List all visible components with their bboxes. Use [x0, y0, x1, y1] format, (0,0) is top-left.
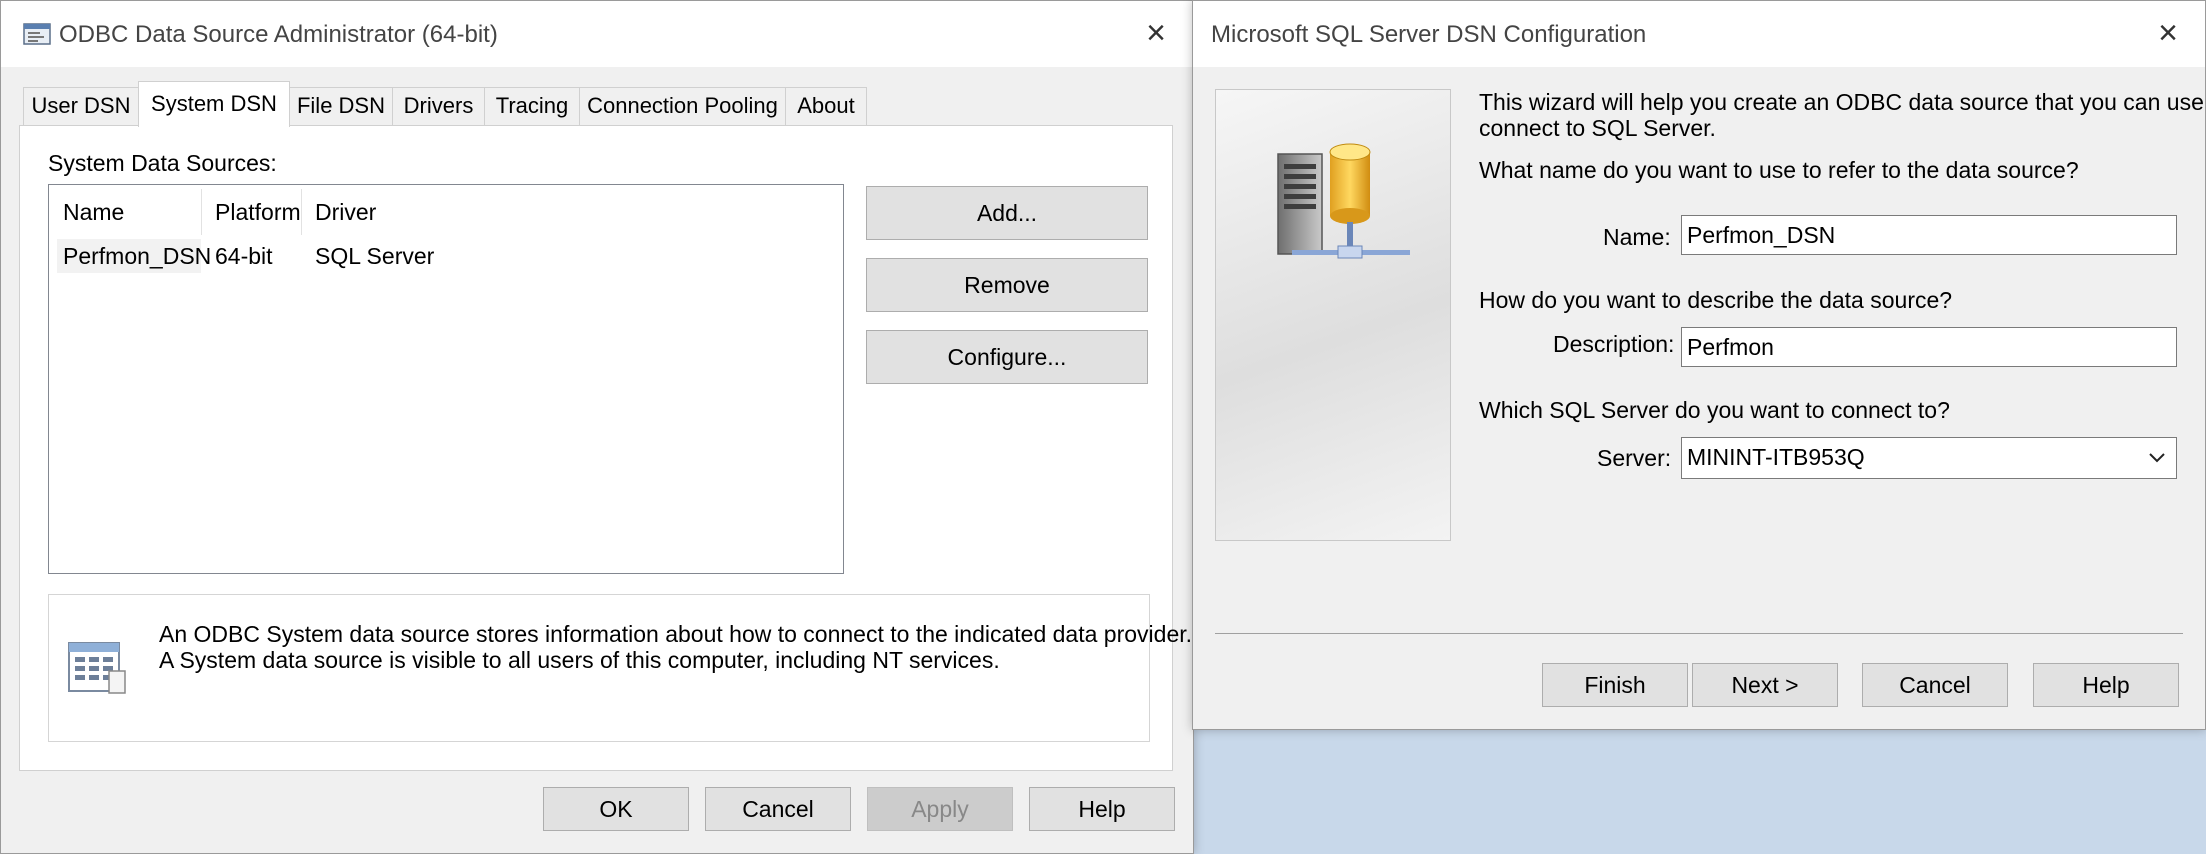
- header-divider: [201, 189, 202, 235]
- server-select[interactable]: MININT-ITB953Q: [1681, 437, 2177, 479]
- sql-dsn-config-window: Microsoft SQL Server DSN Configuration ×: [1192, 0, 2206, 730]
- tab-tracing[interactable]: Tracing: [484, 87, 580, 125]
- data-source-info-icon: [65, 635, 129, 699]
- next-button[interactable]: Next >: [1692, 663, 1838, 707]
- name-question: What name do you want to use to refer to…: [1479, 157, 2079, 183]
- row-name: Perfmon_DSN: [63, 243, 212, 269]
- close-icon[interactable]: ×: [2148, 13, 2188, 53]
- cancel-button-label: Cancel: [742, 796, 814, 822]
- ok-button[interactable]: OK: [543, 787, 689, 831]
- info-box: An ODBC System data source stores inform…: [48, 594, 1192, 742]
- tab-file-dsn[interactable]: File DSN: [289, 87, 393, 125]
- help-button-label: Help: [2082, 672, 2130, 698]
- wizard-graphic-panel: [1215, 89, 1451, 541]
- finish-button[interactable]: Finish: [1542, 663, 1688, 707]
- odbc-app-icon: [23, 21, 53, 47]
- column-header-platform[interactable]: Platform: [215, 199, 301, 226]
- intro-text-line2: connect to SQL Server.: [1479, 115, 1716, 141]
- divider: [1215, 633, 2183, 634]
- apply-button[interactable]: Apply: [867, 787, 1013, 831]
- next-button-label: Next >: [1731, 672, 1799, 698]
- info-text-line2: A System data source is visible to all u…: [159, 647, 1000, 673]
- help-button[interactable]: Help: [2033, 663, 2179, 707]
- tab-label: System DSN: [151, 91, 277, 116]
- name-field[interactable]: Perfmon_DSN: [1681, 215, 2177, 255]
- tab-label: About: [797, 93, 855, 118]
- odbc-title-bar[interactable]: ODBC Data Source Administrator (64-bit) …: [1, 1, 1193, 67]
- odbc-window-title: ODBC Data Source Administrator (64-bit): [59, 21, 498, 48]
- column-header-driver[interactable]: Driver: [315, 199, 376, 226]
- configure-button-label: Configure...: [947, 344, 1067, 370]
- header-divider: [301, 189, 302, 235]
- add-button-label: Add...: [976, 200, 1038, 226]
- tab-label: Connection Pooling: [587, 93, 778, 118]
- help-button-label: Help: [1078, 796, 1126, 822]
- table-row[interactable]: Perfmon_DSN 64-bit SQL Server: [49, 237, 839, 273]
- tab-label: Drivers: [403, 93, 474, 118]
- server-select-value: MININT-ITB953Q: [1687, 444, 1865, 470]
- finish-button-label: Finish: [1584, 672, 1646, 698]
- tab-about[interactable]: About: [785, 87, 867, 125]
- database-server-icon: [1272, 140, 1412, 270]
- dsn-title-bar[interactable]: Microsoft SQL Server DSN Configuration ×: [1193, 1, 2205, 67]
- row-driver: SQL Server: [315, 243, 435, 269]
- tab-label: Tracing: [495, 93, 569, 118]
- tab-drivers[interactable]: Drivers: [392, 87, 485, 125]
- remove-button[interactable]: Remove: [866, 258, 1148, 312]
- name-label: Name:: [1603, 224, 1671, 250]
- list-header: Name Platform Driver: [49, 185, 839, 239]
- tab-label: User DSN: [31, 93, 131, 118]
- data-sources-list[interactable]: Name Platform Driver Perfmon_DSN 64-bit …: [48, 184, 844, 574]
- server-question: Which SQL Server do you want to connect …: [1479, 397, 1950, 423]
- tab-content-panel: System Data Sources: Name Platform Drive…: [19, 125, 1192, 771]
- column-header-name[interactable]: Name: [63, 199, 124, 226]
- remove-button-label: Remove: [964, 272, 1050, 298]
- intro-text-line1: This wizard will help you create an ODBC…: [1479, 89, 2206, 115]
- info-text-line1: An ODBC System data source stores inform…: [159, 621, 1193, 647]
- chevron-down-icon[interactable]: [2146, 438, 2168, 478]
- cancel-button[interactable]: Cancel: [1862, 663, 2008, 707]
- tab-user-dsn[interactable]: User DSN: [23, 87, 139, 125]
- server-label: Server:: [1597, 445, 1672, 471]
- configure-button[interactable]: Configure...: [866, 330, 1148, 384]
- row-platform: 64-bit: [215, 243, 273, 269]
- apply-button-label: Apply: [911, 796, 969, 822]
- cancel-button-label: Cancel: [1899, 672, 1971, 698]
- description-label: Description:: [1553, 331, 1675, 357]
- help-button[interactable]: Help: [1029, 787, 1175, 831]
- dsn-window-title: Microsoft SQL Server DSN Configuration: [1211, 21, 1647, 48]
- ok-button-label: OK: [599, 796, 633, 822]
- description-field[interactable]: Perfmon: [1681, 327, 2177, 367]
- close-icon[interactable]: ×: [1136, 13, 1176, 53]
- tab-system-dsn[interactable]: System DSN: [138, 81, 290, 127]
- add-button[interactable]: Add...: [866, 186, 1148, 240]
- odbc-admin-window: ODBC Data Source Administrator (64-bit) …: [0, 0, 1194, 854]
- system-data-sources-label: System Data Sources:: [48, 150, 277, 176]
- tab-label: File DSN: [296, 93, 385, 118]
- cancel-button[interactable]: Cancel: [705, 787, 851, 831]
- description-question: How do you want to describe the data sou…: [1479, 287, 1953, 313]
- tab-connection-pooling[interactable]: Connection Pooling: [579, 87, 786, 125]
